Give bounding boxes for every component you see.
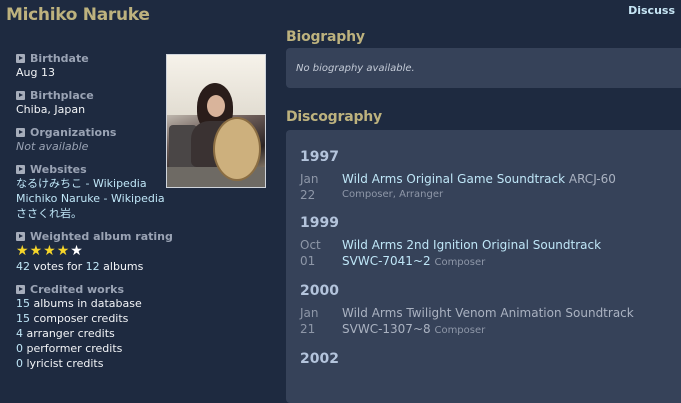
website-link-japanese-wikipedia[interactable]: なるけみちこ - Wikipedia [16, 177, 147, 190]
organizations-label: Organizations [30, 126, 117, 139]
page-title: Michiko Naruke [6, 5, 150, 25]
credit-line-arranger: 4 arranger credits [16, 326, 271, 341]
album-catalog: SVWC-1307~8 [342, 322, 431, 336]
albums-count[interactable]: 12 [86, 260, 100, 273]
release-date: Jan 21 [300, 305, 342, 339]
release-month: Jan [300, 306, 319, 320]
birthplace-label: Birthplace [30, 89, 94, 102]
votes-text: votes for [30, 260, 86, 273]
discography-year-group: 2000 Jan 21 Wild Arms Twilight Venom Anim… [300, 283, 677, 339]
credit-line-performer: 0 performer credits [16, 341, 271, 356]
release-day: 01 [300, 254, 316, 268]
star-icon: ★ [16, 243, 30, 259]
discuss-link[interactable]: Discuss [628, 4, 675, 17]
website-link-blog[interactable]: ささくれ岩。 [16, 207, 82, 220]
year-heading: 1999 [300, 215, 339, 231]
album-entry: Jan 21 Wild Arms Twilight Venom Animation… [300, 305, 677, 339]
credit-count[interactable]: 0 [16, 357, 23, 370]
star-icon: ★ [43, 243, 57, 259]
bullet-icon [16, 285, 25, 294]
album-title-link[interactable]: Wild Arms 2nd Ignition Original Soundtra… [342, 237, 601, 253]
release-month: Oct [300, 238, 321, 252]
star-icon: ★ [70, 243, 84, 259]
rating-stars: ★★★★★ [16, 243, 271, 259]
biography-panel: No biography available. [286, 48, 681, 88]
discography-panel: 1997 Jan 22 Wild Arms Original Game Sound… [286, 130, 681, 403]
bullet-icon [16, 232, 25, 241]
credit-count[interactable]: 15 [16, 312, 30, 325]
rating-votes: 42 votes for 12 albums [16, 259, 271, 274]
organizations-section: Organizations Not available [16, 126, 271, 154]
album-title-link[interactable]: Wild Arms Original Game Soundtrack [342, 172, 565, 186]
credit-line-lyricist: 0 lyricist credits [16, 356, 271, 371]
artist-info-sidebar: Birthdate Aug 13 Birthplace Chiba, Japan… [16, 52, 271, 380]
credit-line-albums: 15 albums in database [16, 296, 271, 311]
birthdate-value: Aug 13 [16, 66, 55, 79]
birthplace-value: Chiba, Japan [16, 103, 86, 116]
credit-text: albums in database [30, 297, 142, 310]
bullet-icon [16, 128, 25, 137]
credit-count[interactable]: 4 [16, 327, 23, 340]
rating-label: Weighted album rating [30, 230, 173, 243]
credit-count[interactable]: 15 [16, 297, 30, 310]
birthdate-section: Birthdate Aug 13 [16, 52, 271, 80]
credit-text: composer credits [30, 312, 129, 325]
year-heading: 2000 [300, 283, 339, 299]
release-date: Oct 01 [300, 237, 342, 271]
album-credit: Composer [434, 257, 486, 268]
album-credit: Composer [434, 325, 486, 336]
discography-year-group: 1997 Jan 22 Wild Arms Original Game Sound… [300, 149, 677, 203]
release-day: 21 [300, 322, 316, 336]
votes-count[interactable]: 42 [16, 260, 30, 273]
website-link-english-wikipedia[interactable]: Michiko Naruke - Wikipedia [16, 192, 165, 205]
discography-year-group: 1999 Oct 01 Wild Arms 2nd Ignition Origin… [300, 215, 677, 271]
release-day: 22 [300, 188, 316, 202]
album-catalog: ARCJ-60 [568, 172, 616, 186]
credit-text: arranger credits [23, 327, 115, 340]
year-heading: 1997 [300, 149, 339, 165]
album-catalog-link[interactable]: SVWC-7041~2 [342, 254, 431, 268]
credited-works-label: Credited works [30, 283, 125, 296]
bullet-icon [16, 165, 25, 174]
organizations-value: Not available [16, 140, 89, 153]
websites-label: Websites [30, 163, 87, 176]
birthdate-label: Birthdate [30, 52, 89, 65]
album-entry: Oct 01 Wild Arms 2nd Ignition Original So… [300, 237, 677, 271]
discography-title: Discography [286, 109, 382, 125]
bullet-icon [16, 91, 25, 100]
album-credit: Composer, Arranger [342, 189, 444, 200]
release-date: Jan 22 [300, 171, 342, 203]
credit-text: performer credits [23, 342, 123, 355]
year-heading: 2002 [300, 351, 339, 367]
credited-works-section: Credited works 15 albums in database 15 … [16, 283, 271, 371]
rating-section: Weighted album rating ★★★★★ 42 votes for… [16, 230, 271, 274]
credit-text: lyricist credits [23, 357, 104, 370]
discography-year-group: 2002 [300, 351, 677, 367]
credit-count[interactable]: 0 [16, 342, 23, 355]
biography-text: No biography available. [296, 63, 415, 74]
credit-line-composer: 15 composer credits [16, 311, 271, 326]
albums-text: albums [99, 260, 144, 273]
birthplace-section: Birthplace Chiba, Japan [16, 89, 271, 117]
star-icon: ★ [29, 243, 44, 259]
biography-title: Biography [286, 29, 365, 45]
release-month: Jan [300, 172, 319, 186]
star-icon: ★ [56, 243, 71, 259]
album-entry: Jan 22 Wild Arms Original Game Soundtrack… [300, 171, 677, 203]
album-title: Wild Arms Twilight Venom Animation Sound… [342, 306, 634, 320]
bullet-icon [16, 54, 25, 63]
websites-section: Websites なるけみちこ - Wikipedia Michiko Naru… [16, 163, 271, 221]
